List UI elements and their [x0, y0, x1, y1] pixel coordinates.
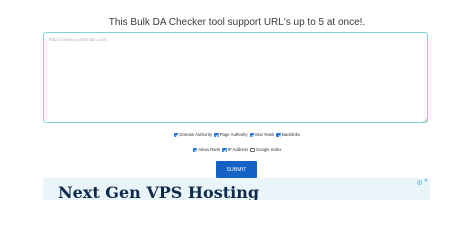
option-backlinks[interactable]: Backlinks — [276, 132, 300, 138]
option-label: Domain Authority — [179, 132, 213, 137]
page-authority-checkbox[interactable] — [214, 132, 219, 138]
metric-options-row-1: Domain Authority Page Authority Moz Rank… — [0, 132, 474, 138]
option-domain-authority[interactable]: Domain Authority — [173, 132, 213, 138]
google-index-checkbox[interactable] — [250, 147, 255, 153]
adchoices-icon[interactable] — [417, 180, 422, 185]
ad-headline[interactable]: Next Gen VPS Hosting — [58, 184, 259, 201]
moz-rank-checkbox[interactable] — [249, 132, 255, 138]
submit-button[interactable]: SUBMIT — [216, 161, 257, 178]
option-label: Backlinks — [281, 132, 301, 137]
ip-address-checkbox[interactable] — [222, 147, 227, 153]
backlinks-checkbox[interactable] — [276, 132, 281, 138]
bulk-da-checker-page: This Bulk DA Checker tool support URL's … — [0, 0, 474, 200]
option-label: Moz Rank — [255, 132, 275, 137]
domain-authority-checkbox[interactable] — [173, 132, 179, 138]
metric-options-row-2: Alexa Rank IP Address Google Index — [0, 147, 474, 153]
option-label: Page Authority — [219, 132, 248, 137]
option-google-index[interactable]: Google Index — [250, 147, 281, 153]
option-ip-address[interactable]: IP Address — [222, 147, 248, 153]
close-icon[interactable]: ✕ — [424, 179, 428, 184]
page-heading: This Bulk DA Checker tool support URL's … — [108, 17, 366, 28]
option-moz-rank[interactable]: Moz Rank — [249, 132, 275, 138]
option-alexa-rank[interactable]: Alexa Rank — [192, 147, 221, 153]
url-input[interactable] — [43, 32, 428, 123]
advertisement-banner[interactable]: Next Gen VPS Hosting ✕ — [43, 178, 430, 200]
option-label: Alexa Rank — [198, 147, 221, 152]
option-page-authority[interactable]: Page Authority — [214, 132, 248, 138]
option-label: IP Address — [227, 147, 249, 152]
alexa-rank-checkbox[interactable] — [192, 147, 198, 153]
resize-handle-icon[interactable] — [423, 118, 427, 122]
option-label: Google Index — [255, 147, 282, 152]
